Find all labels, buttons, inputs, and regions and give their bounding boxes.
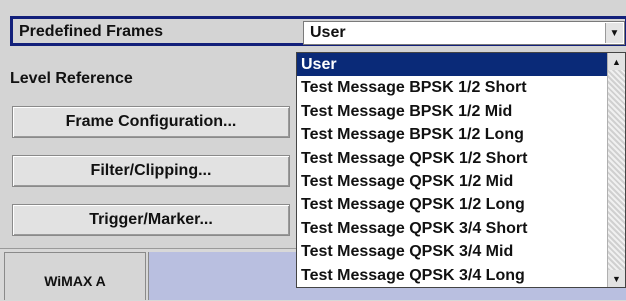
arrow-up-icon[interactable]: ▲ [608,53,625,70]
dropdown-item-qpsk-3-4-mid[interactable]: Test Message QPSK 3/4 Mid [297,240,607,263]
level-reference-label: Level Reference [10,70,133,87]
dropdown-scrollbar[interactable]: ▲ ▼ [607,53,625,287]
predefined-frames-row: Predefined Frames User ▼ [10,16,626,46]
chevron-down-icon[interactable]: ▼ [605,23,623,43]
dropdown-items: User Test Message BPSK 1/2 Short Test Me… [297,53,607,287]
scrollbar-track[interactable] [608,70,625,270]
dialog-panel: Predefined Frames User ▼ Level Reference… [0,0,626,301]
dropdown-item-qpsk-3-4-long[interactable]: Test Message QPSK 3/4 Long [297,264,607,287]
dropdown-item-qpsk-3-4-short[interactable]: Test Message QPSK 3/4 Short [297,217,607,240]
dropdown-item-qpsk-1-2-mid[interactable]: Test Message QPSK 1/2 Mid [297,170,607,193]
predefined-frames-label: Predefined Frames [19,23,164,40]
tab-wimax-a[interactable]: WiMAX A [4,252,146,300]
dropdown-item-qpsk-1-2-short[interactable]: Test Message QPSK 1/2 Short [297,147,607,170]
dropdown-item-bpsk-1-2-mid[interactable]: Test Message BPSK 1/2 Mid [297,100,607,123]
arrow-down-icon[interactable]: ▼ [608,270,625,287]
trigger-marker-button[interactable]: Trigger/Marker... [12,204,290,236]
frame-configuration-button[interactable]: Frame Configuration... [12,106,290,138]
predefined-frames-combobox[interactable]: User ▼ [303,21,625,45]
predefined-frames-value: User [310,24,346,41]
dropdown-item-bpsk-1-2-long[interactable]: Test Message BPSK 1/2 Long [297,123,607,146]
predefined-frames-dropdown-list[interactable]: User Test Message BPSK 1/2 Short Test Me… [296,52,626,288]
dropdown-item-user[interactable]: User [297,53,607,77]
dropdown-item-bpsk-1-2-short[interactable]: Test Message BPSK 1/2 Short [297,76,607,99]
filter-clipping-button[interactable]: Filter/Clipping... [12,155,290,187]
dropdown-item-qpsk-1-2-long[interactable]: Test Message QPSK 1/2 Long [297,193,607,216]
